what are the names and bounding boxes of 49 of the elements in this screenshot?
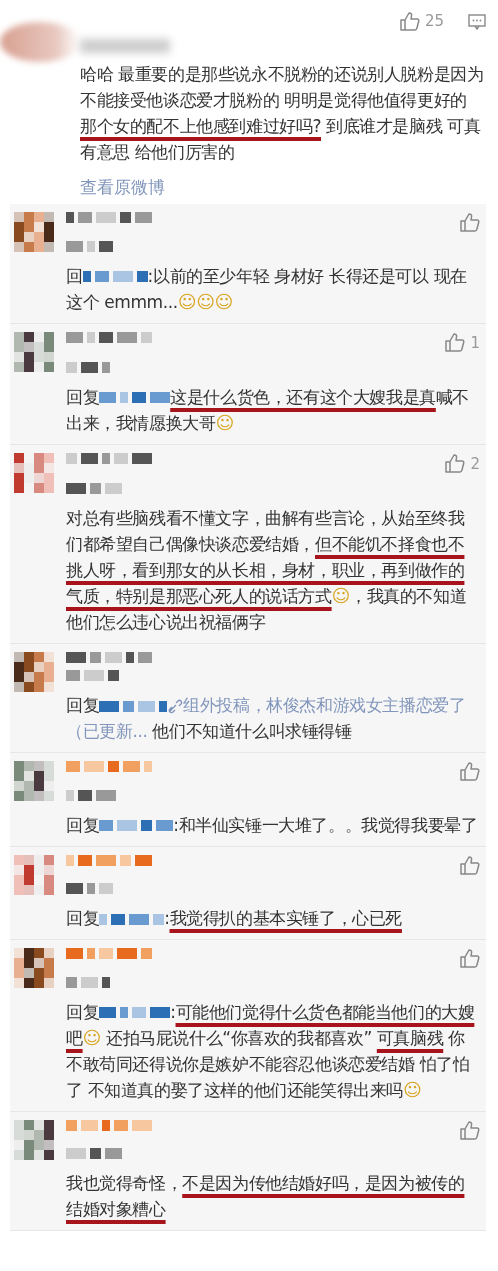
comment-text: 回复 :我觉得扒的基本实锤了，心已死 — [66, 907, 403, 930]
comment-text: 哈哈 最重要的是那些说永不脱粉的还说别人脱粉是因为不能接受他谈恋爱才脱粉的 明明是觉得他值得更好的 那个女的配不上他感到难过好吗? 到底谁才是脑残 可真有意思 给他们厉害的 — [80, 62, 485, 164]
like-icon — [459, 948, 480, 969]
redacted-time — [66, 1148, 122, 1159]
avatar — [14, 212, 54, 252]
comment-text: 回 :以前的至少年轻 身材好 长得还是可以 现在这个 emmm...☺☺☺ — [66, 264, 468, 314]
avatar — [14, 331, 54, 372]
comment-text: 对总有些脑残看不懂文字，曲解有些言论，从始至终我们都希望自己偶像快谈恋爱结婚，但不能饥不择食也不挑人呀，看到那女的从长相，身材，职业，再到做作的气质，特别是那恶心死人的说话方式☺，我真的不知道他们怎么违心说出祝福俩字 — [66, 506, 468, 634]
like-button[interactable] — [459, 948, 480, 969]
comment-button[interactable] — [468, 12, 486, 31]
post-link[interactable]: 组外投稿，林俊杰和游戏女主播恋爱了 — [167, 695, 466, 715]
post-link[interactable]: （已更新... — [66, 721, 148, 741]
redacted-time — [66, 789, 116, 801]
comment-text: 我也觉得奇怪，不是因为传他结婚好吗，是因为被传的结婚对象糟心 — [66, 1172, 466, 1221]
like-button[interactable]: 1 — [444, 331, 480, 354]
comment-text: 回复 这是什么货色，还有这个大嫂我是真喊不出来，我情愿换大哥☺ — [66, 385, 470, 435]
redacted-time — [66, 482, 122, 494]
comment-text: 他们不知道什么叫求锤得锤 — [151, 721, 352, 741]
like-icon — [459, 1119, 480, 1141]
like-icon — [444, 332, 466, 354]
avatar — [14, 452, 54, 493]
link-icon — [167, 698, 184, 714]
comment-text: 回复 :和半仙实锤一大堆了。。我觉得我要晕了 — [66, 813, 479, 837]
like-icon — [459, 212, 480, 233]
like-button[interactable] — [459, 1119, 480, 1141]
comment-icon — [468, 12, 486, 31]
like-button[interactable] — [459, 761, 480, 782]
avatar — [14, 651, 54, 692]
avatar — [14, 854, 54, 895]
like-button[interactable] — [459, 212, 480, 233]
redacted-time — [66, 240, 113, 252]
comment-text: 回复 :可能他们觉得什么货色都能当他们的大嫂吧☺ 还拍马屁说什么“你喜欢的我都喜欢” 可真脑残 你不敢苟同还得说你是嫉妒不能容忍他谈恋爱结婚 怕了怕了 不知道真的娶了这样的他们还能笑得出来吗☺ — [66, 1000, 476, 1102]
avatar — [14, 948, 54, 988]
redacted-name — [99, 700, 168, 712]
avatar — [14, 1119, 54, 1160]
like-button[interactable]: 2 — [444, 452, 480, 475]
like-icon — [459, 854, 480, 876]
like-icon — [444, 453, 466, 475]
like-icon — [459, 761, 480, 782]
redacted-time — [66, 883, 113, 894]
redacted-time — [66, 976, 110, 988]
avatar — [14, 761, 54, 801]
view-original-link[interactable]: 查看原微博 — [80, 174, 165, 200]
reply-label: 回复 — [66, 695, 100, 715]
redacted-time — [66, 361, 110, 373]
like-icon — [398, 10, 420, 32]
redacted-time — [66, 670, 119, 681]
like-button[interactable]: 25 — [398, 10, 444, 33]
like-button[interactable] — [459, 854, 480, 876]
